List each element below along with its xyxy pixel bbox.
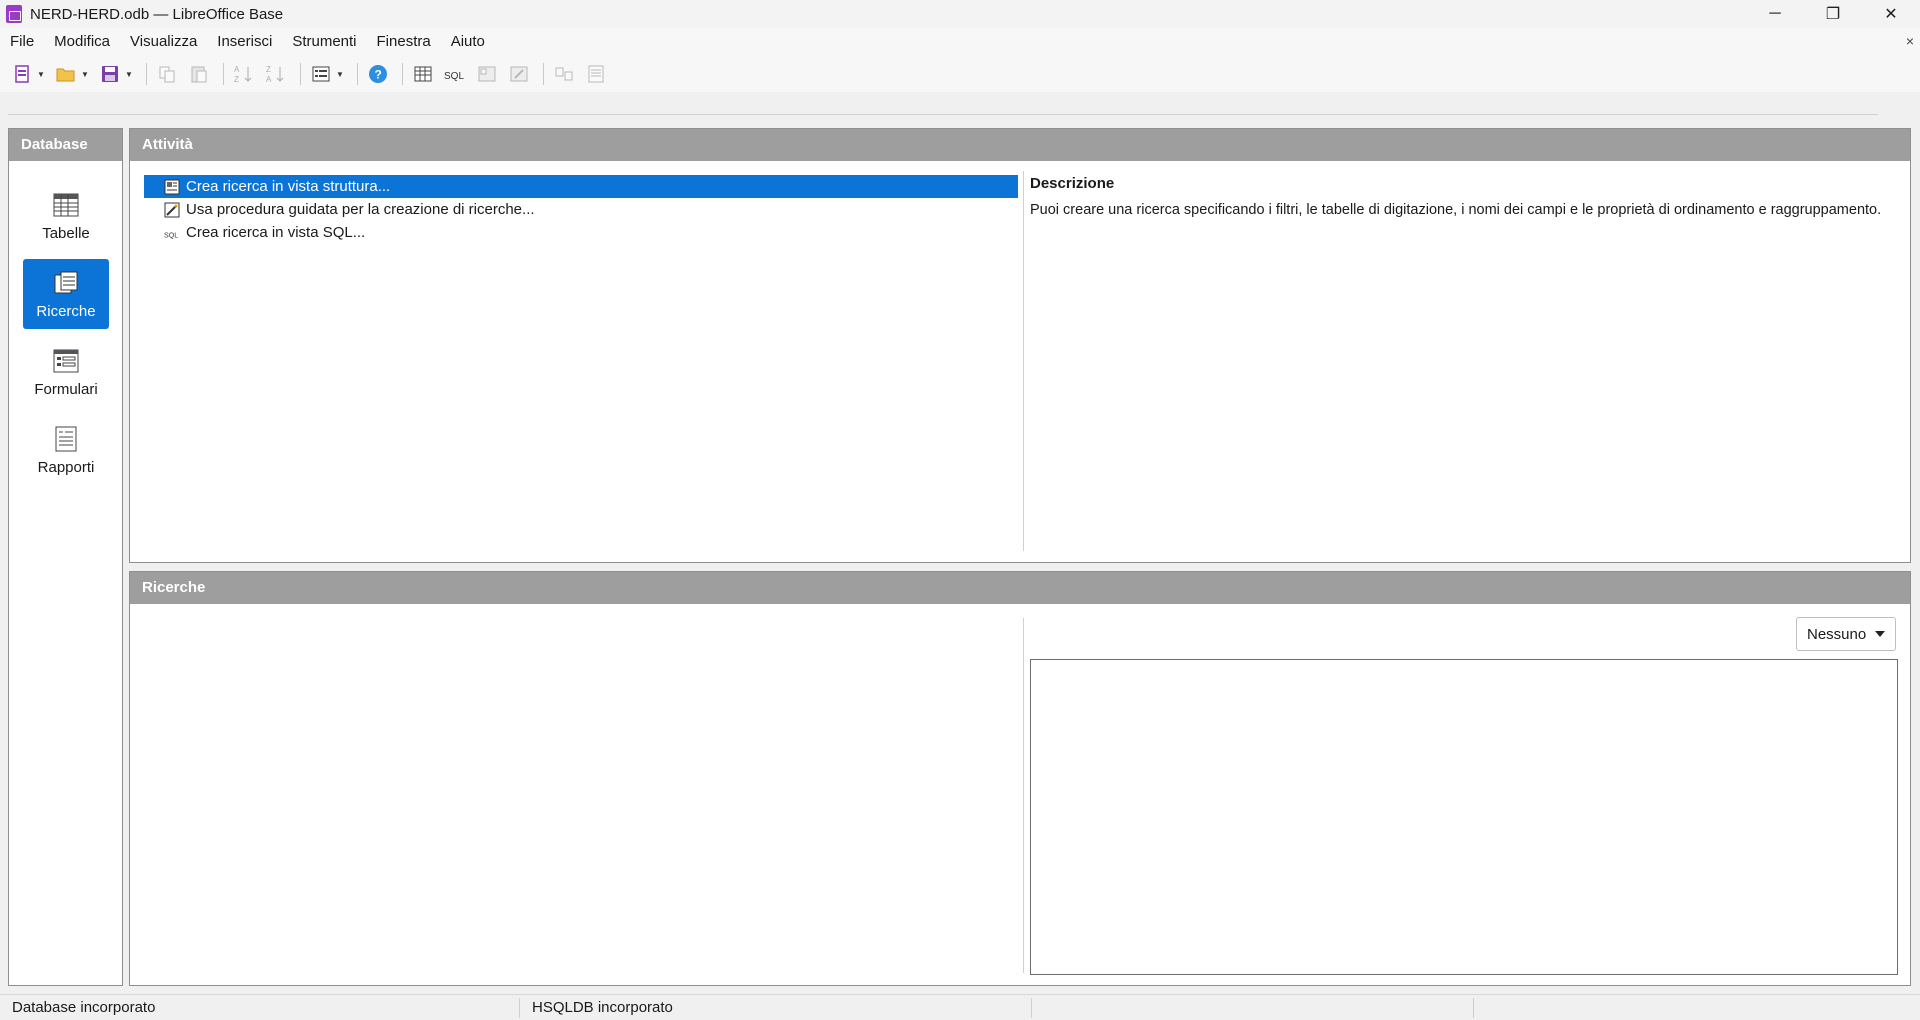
task-label: Crea ricerca in vista SQL... [186, 224, 366, 241]
sql-icon: SQL [164, 225, 180, 241]
copy-icon[interactable] [153, 60, 181, 88]
nav-label-formulari: Formulari [34, 380, 98, 398]
title-bar: NERD-HERD.odb — LibreOffice Base ─ ❐ ✕ [0, 0, 1920, 28]
sql-icon[interactable]: SQL [441, 60, 469, 88]
table-icon [53, 193, 79, 216]
task-label: Usa procedura guidata per la creazione d… [186, 201, 535, 218]
menu-strumenti[interactable]: Strumenti [282, 28, 366, 56]
new-dropdown-icon[interactable]: ▼ [36, 60, 46, 88]
nav-item-tabelle[interactable]: Tabelle [23, 181, 109, 251]
save-icon[interactable] [96, 60, 124, 88]
toolbar-separator [223, 63, 224, 85]
sort-descending-icon[interactable]: ZA [262, 60, 290, 88]
save-dropdown-icon[interactable]: ▼ [124, 60, 134, 88]
preview-mode-value: Nessuno [1807, 625, 1867, 643]
nav-label-ricerche: Ricerche [36, 302, 96, 320]
menu-bar: File Modifica Visualizza Inserisci Strum… [0, 28, 1920, 56]
svg-text:Z: Z [234, 75, 239, 84]
description-text: Puoi creare una ricerca specificando i f… [1030, 202, 1882, 218]
minimize-button[interactable]: ─ [1746, 0, 1804, 28]
close-document-icon[interactable]: × [1906, 33, 1914, 49]
query-edit-icon[interactable] [505, 60, 533, 88]
svg-text:A: A [234, 65, 240, 74]
table-icon[interactable] [409, 60, 437, 88]
task-wizard[interactable]: Usa procedura guidata per la creazione d… [144, 198, 1018, 221]
task-design-view[interactable]: Crea ricerca in vista struttura... [144, 175, 1018, 198]
toolbar-divider [8, 114, 1878, 115]
form-view-icon[interactable] [307, 60, 335, 88]
svg-text:SQL: SQL [164, 231, 178, 239]
task-description: Descrizione Puoi creare una ricerca spec… [1030, 175, 1890, 221]
status-empty [1032, 997, 1474, 1018]
task-label: Crea ricerca in vista struttura... [186, 178, 391, 195]
svg-text:Z: Z [266, 65, 271, 74]
nav-item-rapporti[interactable]: Rapporti [23, 415, 109, 485]
status-database-type: Database incorporato [0, 997, 520, 1018]
nav-item-formulari[interactable]: Formulari [23, 337, 109, 407]
nav-item-ricerche[interactable]: Ricerche [23, 259, 109, 329]
preview-mode-select[interactable]: Nessuno [1796, 617, 1896, 651]
tasks-panel: Attività Crea ricerca in vista struttura… [129, 128, 1911, 563]
relation-icon[interactable] [550, 60, 578, 88]
wizard-icon [164, 202, 180, 218]
paste-icon[interactable] [185, 60, 213, 88]
database-nav-panel: Database Tabelle Ricerche Formulari Rapp… [8, 128, 123, 986]
restore-button[interactable]: ❐ [1804, 0, 1862, 28]
tasks-divider [1023, 171, 1024, 551]
tasks-header: Attività [130, 129, 1910, 161]
queries-panel: Ricerche Nessuno [129, 571, 1911, 986]
form-icon [53, 349, 79, 372]
menu-file[interactable]: File [0, 28, 44, 56]
libreoffice-base-icon [6, 5, 22, 23]
status-bar: Database incorporato HSQLDB incorporato [0, 994, 1920, 1020]
svg-text:A: A [266, 75, 272, 84]
window-controls: ─ ❐ ✕ [1746, 0, 1920, 28]
menu-modifica[interactable]: Modifica [44, 28, 120, 56]
query-icon [54, 271, 78, 293]
queries-header: Ricerche [130, 572, 1910, 604]
task-sql-view[interactable]: SQL Crea ricerca in vista SQL... [144, 221, 1018, 244]
report-icon[interactable] [582, 60, 610, 88]
description-title: Descrizione [1030, 175, 1115, 192]
menu-aiuto[interactable]: Aiuto [441, 28, 495, 56]
toolbar-separator [543, 63, 544, 85]
toolbar-separator [357, 63, 358, 85]
toolbar-separator [300, 63, 301, 85]
new-icon[interactable] [8, 60, 36, 88]
query-design-icon[interactable] [473, 60, 501, 88]
report-icon [55, 426, 77, 451]
open-dropdown-icon[interactable]: ▼ [80, 60, 90, 88]
close-button[interactable]: ✕ [1862, 0, 1920, 28]
svg-text:?: ? [375, 68, 382, 82]
status-engine: HSQLDB incorporato [520, 997, 1032, 1018]
form-view-dropdown-icon[interactable]: ▼ [335, 60, 345, 88]
nav-label-rapporti: Rapporti [37, 458, 95, 476]
standard-toolbar: ▼ ▼ ▼ AZ ZA ▼ ? SQL [0, 56, 1920, 92]
menu-visualizza[interactable]: Visualizza [120, 28, 207, 56]
sort-ascending-icon[interactable]: AZ [230, 60, 258, 88]
task-list: Crea ricerca in vista struttura... Usa p… [144, 175, 1018, 244]
svg-text:SQL: SQL [444, 71, 464, 82]
menu-finestra[interactable]: Finestra [367, 28, 441, 56]
design-view-icon [164, 179, 180, 195]
database-header: Database [9, 129, 122, 161]
nav-label-tabelle: Tabelle [42, 224, 90, 242]
chevron-down-icon [1875, 631, 1885, 637]
toolbar-separator [402, 63, 403, 85]
queries-divider [1023, 618, 1024, 973]
window-title: NERD-HERD.odb — LibreOffice Base [30, 5, 284, 23]
preview-area [1030, 659, 1898, 975]
open-icon[interactable] [52, 60, 80, 88]
menu-inserisci[interactable]: Inserisci [207, 28, 282, 56]
help-icon[interactable]: ? [364, 60, 392, 88]
toolbar-separator [146, 63, 147, 85]
